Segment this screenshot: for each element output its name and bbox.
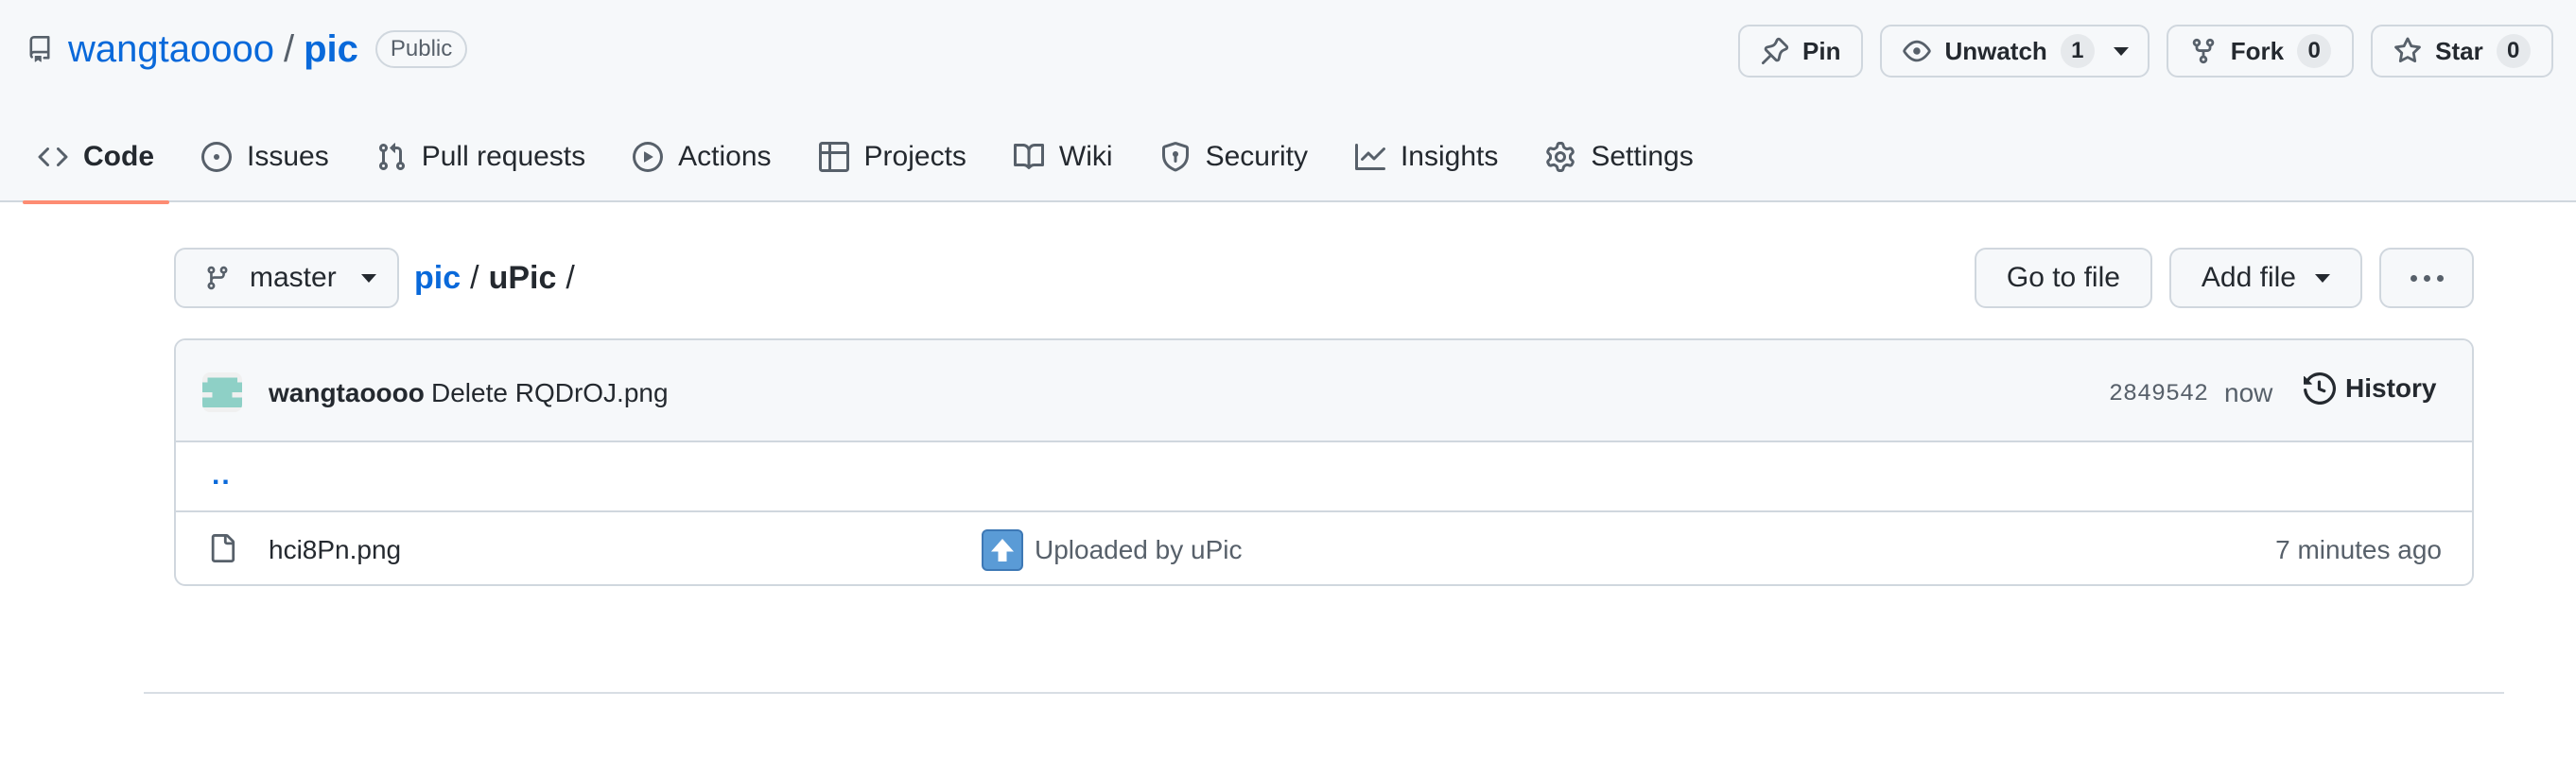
file-navigation: master pic / uPic / Go to file Add file — [174, 248, 2474, 308]
tab-label: Projects — [863, 141, 966, 172]
chevron-down-icon — [2315, 273, 2330, 283]
tab-label: Settings — [1591, 141, 1694, 172]
parent-directory-link[interactable]: .. — [212, 459, 232, 492]
repo-title: wangtaoooo / pic Public — [26, 23, 468, 76]
issue-icon — [201, 142, 232, 172]
file-list: wangtaoooo Delete RQDrOJ.png 2849542 now… — [174, 338, 2474, 586]
tab-code[interactable]: Code — [23, 129, 169, 204]
commit-author-link[interactable]: wangtaoooo — [269, 378, 425, 408]
up-arrow-icon — [982, 529, 1023, 571]
tab-label: Pull requests — [421, 141, 586, 172]
file-name-link[interactable]: hci8Pn.png — [269, 535, 401, 565]
eye-icon — [1903, 37, 1932, 65]
visibility-badge: Public — [374, 30, 468, 68]
tab-wiki[interactable]: Wiki — [999, 129, 1128, 185]
tab-insights[interactable]: Insights — [1340, 129, 1513, 185]
chevron-down-icon — [360, 273, 376, 283]
fork-icon — [2189, 37, 2218, 65]
history-link[interactable]: History — [2304, 372, 2436, 405]
tab-label: Insights — [1400, 141, 1499, 172]
tab-actions[interactable]: Actions — [618, 129, 786, 185]
table-row[interactable]: hci8Pn.png Uploaded by uPic 7 minutes ag… — [176, 512, 2472, 584]
kebab-horizontal-icon — [2410, 274, 2444, 282]
fork-button[interactable]: Fork 0 — [2166, 25, 2355, 78]
divider — [144, 692, 2504, 694]
add-file-button[interactable]: Add file — [2168, 248, 2362, 308]
repo-owner-link[interactable]: wangtaoooo — [68, 28, 274, 71]
file-icon — [208, 531, 236, 565]
file-action-buttons: Go to file Add file — [1974, 248, 2474, 308]
star-icon — [2393, 37, 2422, 65]
code-icon — [38, 142, 68, 172]
commit-message-link[interactable]: Delete RQDrOJ.png — [431, 378, 669, 408]
go-to-file-button[interactable]: Go to file — [1974, 248, 2152, 308]
watch-label: Unwatch — [1944, 36, 2047, 65]
watch-button[interactable]: Unwatch 1 — [1880, 25, 2150, 78]
breadcrumb-separator: / — [470, 259, 479, 296]
add-file-label: Add file — [2201, 262, 2296, 293]
repo-tabs: Code Issues Pull requests Actions Projec… — [23, 129, 1726, 204]
fork-count: 0 — [2297, 34, 2332, 68]
commit-sha-link[interactable]: 2849542 — [2109, 380, 2208, 407]
play-icon — [633, 142, 664, 172]
latest-commit-bar: wangtaoooo Delete RQDrOJ.png 2849542 now… — [176, 340, 2472, 442]
tab-label: Code — [83, 141, 154, 172]
breadcrumb-root-link[interactable]: pic — [414, 260, 461, 297]
branch-name: master — [250, 262, 337, 293]
watch-count: 1 — [2060, 34, 2095, 68]
branch-select-button[interactable]: master — [174, 248, 399, 308]
tab-settings[interactable]: Settings — [1530, 129, 1708, 185]
breadcrumb-separator: / — [566, 259, 575, 296]
gear-icon — [1545, 142, 1575, 172]
chevron-down-icon[interactable] — [2113, 46, 2129, 56]
tab-security[interactable]: Security — [1145, 129, 1323, 185]
pull-request-icon — [376, 142, 407, 172]
repo-icon — [26, 34, 53, 64]
star-button[interactable]: Star 0 — [2371, 25, 2553, 78]
more-options-button[interactable] — [2379, 248, 2474, 308]
tab-label: Actions — [678, 141, 772, 172]
tab-projects[interactable]: Projects — [804, 129, 982, 185]
star-count: 0 — [2496, 34, 2531, 68]
history-icon — [2304, 372, 2336, 405]
branch-icon — [204, 264, 231, 292]
repo-actions: Pin Unwatch 1 Fork 0 Star 0 — [1738, 25, 2553, 78]
avatar[interactable] — [202, 372, 242, 412]
repo-header: wangtaoooo / pic Public Pin Unwatch 1 Fo… — [0, 0, 2576, 204]
history-label: History — [2345, 373, 2437, 403]
breadcrumb-current: uPic — [488, 259, 557, 296]
repo-path-separator: / — [283, 27, 295, 70]
repo-name-link[interactable]: pic — [304, 28, 358, 71]
parent-directory-row[interactable]: .. — [176, 442, 2472, 512]
fork-label: Fork — [2230, 36, 2285, 65]
breadcrumb: pic / uPic / — [414, 248, 584, 308]
star-label: Star — [2435, 36, 2483, 65]
table-icon — [818, 142, 849, 172]
pin-icon — [1761, 37, 1789, 65]
commit-time: now — [2224, 378, 2273, 407]
tab-label: Issues — [247, 141, 329, 172]
pin-label: Pin — [1802, 36, 1841, 65]
file-commit-message-link[interactable]: Uploaded by uPic — [1035, 535, 1242, 565]
pin-button[interactable]: Pin — [1738, 25, 1864, 78]
tab-label: Security — [1205, 141, 1308, 172]
tab-label: Wiki — [1058, 141, 1113, 172]
file-age: 7 minutes ago — [2275, 535, 2442, 564]
tab-pull-requests[interactable]: Pull requests — [361, 129, 600, 185]
shield-icon — [1160, 142, 1191, 172]
tab-issues[interactable]: Issues — [186, 129, 344, 185]
book-icon — [1013, 142, 1044, 172]
graph-icon — [1354, 142, 1385, 172]
